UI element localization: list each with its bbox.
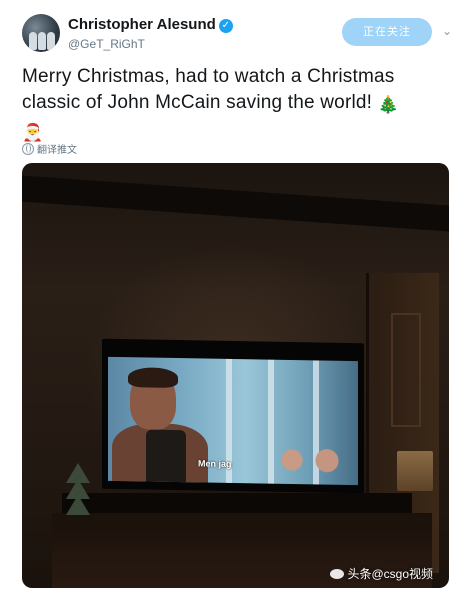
christmas-tree-icon: 🎄 — [377, 95, 400, 114]
photo-shelf — [397, 451, 433, 491]
translate-label: 翻译推文 — [37, 145, 77, 156]
watermark-text: 头条@csgo视频 — [347, 567, 433, 581]
actor-tank-top — [146, 429, 186, 485]
tree-tier — [66, 495, 90, 515]
translate-tweet-link[interactable]: 翻译推文 — [22, 141, 77, 156]
tweet-photo[interactable]: Men jag 头条@csgo视频 — [22, 163, 449, 588]
window-frame — [268, 359, 274, 484]
tv-stand — [62, 493, 412, 515]
display-name[interactable]: Christopher Alesund — [68, 16, 216, 33]
television: Men jag — [102, 338, 364, 494]
photo-ceiling — [22, 174, 449, 234]
chevron-down-icon[interactable]: ⌄ — [440, 24, 454, 38]
avatar[interactable] — [22, 14, 60, 52]
photo-door-panel — [391, 313, 421, 427]
watermark-logo-icon — [330, 569, 345, 579]
tweet-text-line-1: Merry Christmas, had to watch a Christma… — [22, 66, 395, 87]
tv-screen: Men jag — [108, 356, 358, 486]
avatar-figure — [38, 32, 46, 50]
photo-christmas-tree — [58, 463, 98, 533]
background-people — [278, 443, 348, 486]
avatar-figure — [29, 32, 37, 50]
avatar-figure — [47, 32, 55, 50]
globe-icon — [22, 143, 34, 155]
tv-subtitle: Men jag — [198, 458, 232, 469]
following-button[interactable]: 正在关注 — [342, 18, 432, 46]
user-handle[interactable]: @GeT_RiGhT — [68, 37, 233, 51]
tweet-text-line-2: classic of John McCain saving the world! — [22, 92, 373, 113]
tweet-header: Christopher Alesund ✓ @GeT_RiGhT 正在关注 ⌄ — [22, 14, 452, 58]
tweet-text: Merry Christmas, had to watch a Christma… — [22, 64, 442, 146]
verified-badge-icon: ✓ — [218, 19, 233, 33]
watermark: 头条@csgo视频 — [330, 565, 433, 582]
name-block: Christopher Alesund ✓ @GeT_RiGhT — [68, 16, 233, 51]
actor-hair — [128, 367, 178, 389]
